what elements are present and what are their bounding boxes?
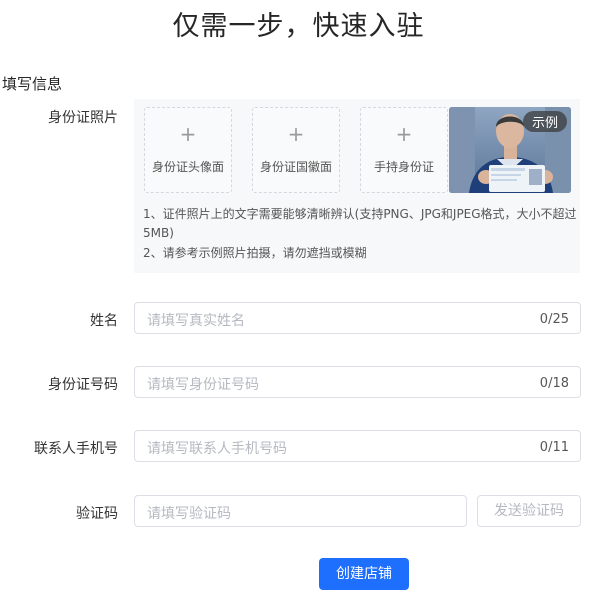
id-number-placeholder: 请填写身份证号码 — [147, 377, 259, 393]
phone-input[interactable]: 请填写联系人手机号码 0/11 — [134, 430, 581, 462]
phone-placeholder: 请填写联系人手机号码 — [147, 441, 287, 457]
name-label: 姓名 — [90, 313, 118, 329]
upload-id-back-button[interactable]: + 身份证国徽面 — [252, 107, 340, 193]
plus-icon: + — [395, 122, 413, 146]
page-title: 仅需一步，快速入驻 — [172, 11, 425, 42]
plus-icon: + — [179, 122, 197, 146]
section-title: 填写信息 — [2, 75, 63, 93]
create-shop-button[interactable]: 创建店铺 — [319, 558, 409, 590]
photo-note-line-3: 2、请参考示例照片拍摄，请勿遮挡或模糊 — [143, 246, 367, 260]
send-code-button[interactable]: 发送验证码 — [477, 495, 581, 527]
upload-id-front-label: 身份证头像面 — [151, 160, 224, 174]
upload-id-back-label: 身份证国徽面 — [259, 160, 332, 174]
upload-handheld-id-label: 手持身份证 — [373, 160, 434, 174]
upload-handheld-id-button[interactable]: + 手持身份证 — [360, 107, 448, 193]
upload-id-front-button[interactable]: + 身份证头像面 — [144, 107, 232, 193]
code-label: 验证码 — [76, 506, 118, 522]
name-input[interactable]: 请填写真实姓名 0/25 — [134, 302, 581, 334]
id-number-counter: 0/18 — [539, 376, 569, 391]
id-number-label: 身份证号码 — [48, 377, 118, 393]
name-placeholder: 请填写真实姓名 — [147, 313, 245, 329]
code-input[interactable]: 请填写验证码 — [134, 495, 467, 527]
plus-icon: + — [287, 122, 305, 146]
photo-note-line-1: 1、证件照片上的文字需要能够清晰辨认(支持PNG、JPG和JPEG格式，大小不超… — [143, 207, 577, 221]
id-photo-label: 身份证照片 — [48, 110, 118, 126]
example-badge: 示例 — [522, 111, 567, 132]
code-placeholder: 请填写验证码 — [147, 506, 231, 522]
name-counter: 0/25 — [539, 312, 569, 327]
phone-label: 联系人手机号 — [34, 441, 118, 457]
photo-note-line-2: 5MB) — [143, 226, 174, 240]
id-number-input[interactable]: 请填写身份证号码 0/18 — [134, 366, 581, 398]
example-photo[interactable]: 示例 — [449, 107, 571, 193]
phone-counter: 0/11 — [539, 440, 569, 455]
